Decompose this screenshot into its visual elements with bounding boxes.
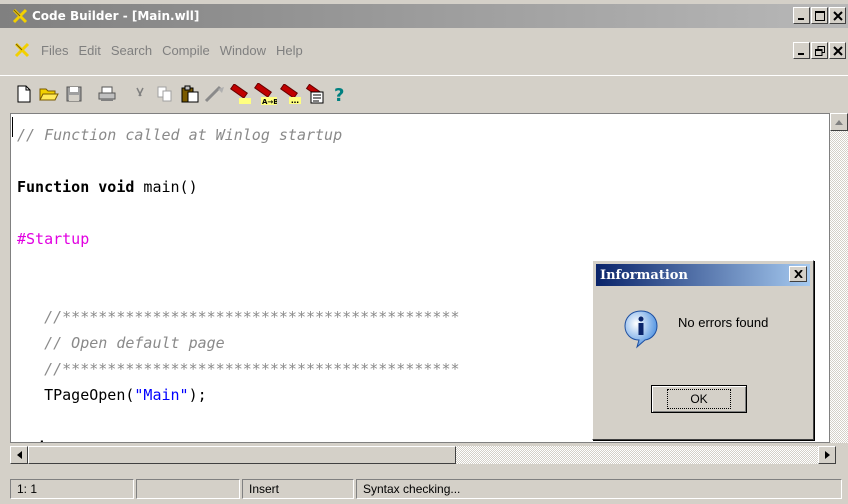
cut-icon[interactable] — [128, 82, 152, 106]
code-token: //**************************************… — [17, 360, 460, 378]
code-builder-window: Code Builder - [Main.wll] Files Edit Sea… — [0, 0, 848, 504]
code-token: end — [17, 438, 44, 442]
open-folder-icon[interactable] — [37, 82, 61, 106]
code-line[interactable]: // Function called at Winlog startup — [17, 122, 460, 148]
info-icon — [623, 309, 659, 352]
mdi-minimize-button[interactable] — [793, 42, 810, 59]
menu-search[interactable]: Search — [106, 43, 157, 58]
menu-files[interactable]: Files — [36, 43, 73, 58]
code-token: // Function called at Winlog startup — [17, 126, 343, 144]
code-line[interactable]: TPageOpen("Main"); — [17, 382, 460, 408]
code-line[interactable] — [17, 148, 460, 174]
dialog-title: Information — [600, 267, 688, 283]
horizontal-scroll-thumb[interactable] — [28, 446, 456, 464]
menu-compile[interactable]: Compile — [157, 43, 215, 58]
status-cursor-position: 1: 1 — [10, 479, 134, 499]
code-line[interactable] — [17, 200, 460, 226]
dialog-message: No errors found — [678, 315, 769, 330]
save-icon[interactable] — [62, 82, 86, 106]
app-icon — [12, 8, 28, 24]
paste-icon[interactable] — [178, 82, 202, 106]
edit-tool-icon[interactable] — [203, 82, 227, 106]
code-token: "Main" — [134, 386, 189, 404]
svg-text:…: … — [291, 96, 299, 104]
code-line[interactable]: #Startup — [17, 226, 460, 252]
title-bar[interactable]: Code Builder - [Main.wll] — [0, 4, 848, 28]
code-line[interactable] — [17, 408, 460, 434]
toolbar: A→B … ? — [0, 75, 848, 111]
code-token: //**************************************… — [17, 308, 460, 326]
text-caret — [12, 117, 13, 137]
new-file-icon[interactable] — [12, 82, 36, 106]
menu-bar: Files Edit Search Compile Window Help — [0, 38, 848, 62]
find-icon[interactable] — [228, 82, 252, 106]
dialog-close-button[interactable] — [789, 266, 807, 282]
ok-button-label: OK — [667, 389, 731, 409]
code-token: #Startup — [17, 230, 90, 248]
mdi-restore-button[interactable] — [811, 42, 828, 59]
code-line[interactable]: //**************************************… — [17, 304, 460, 330]
status-bar: 1: 1 Insert Syntax checking... — [10, 479, 848, 501]
code-line[interactable]: // Open default page — [17, 330, 460, 356]
horizontal-scrollbar[interactable] — [10, 446, 836, 464]
menu-edit[interactable]: Edit — [73, 43, 105, 58]
code-token: // Open default page — [17, 334, 225, 352]
code-token: Function void — [17, 178, 135, 196]
properties-icon[interactable] — [303, 82, 327, 106]
menu-help[interactable]: Help — [271, 43, 308, 58]
code-token: TPageOpen( — [17, 386, 135, 404]
ok-button[interactable]: OK — [651, 385, 747, 413]
svg-text:A→B: A→B — [262, 98, 277, 105]
code-token: main() — [134, 178, 198, 196]
code-line[interactable]: Function void main() — [17, 174, 460, 200]
find-next-icon[interactable]: … — [278, 82, 302, 106]
code-line[interactable]: //**************************************… — [17, 356, 460, 382]
scroll-right-button[interactable] — [818, 446, 836, 464]
close-button[interactable] — [829, 7, 846, 24]
copy-icon[interactable] — [153, 82, 177, 106]
code-content[interactable]: // Function called at Winlog startup Fun… — [17, 122, 460, 442]
status-message: Syntax checking... — [356, 479, 842, 499]
information-dialog: Information No errors found OK — [592, 260, 814, 440]
maximize-button[interactable] — [811, 7, 828, 24]
mdi-close-button[interactable] — [829, 42, 846, 59]
help-icon[interactable]: ? — [328, 82, 352, 106]
svg-text:?: ? — [334, 85, 344, 104]
window-title: Code Builder - [Main.wll] — [32, 9, 200, 23]
menu-window[interactable]: Window — [215, 43, 271, 58]
dialog-title-bar[interactable]: Information — [596, 264, 810, 286]
minimize-button[interactable] — [793, 7, 810, 24]
scroll-up-button[interactable] — [830, 113, 848, 131]
status-edit-mode: Insert — [242, 479, 354, 499]
status-pane-empty — [136, 479, 240, 499]
scroll-left-button[interactable] — [10, 446, 28, 464]
code-line[interactable] — [17, 252, 460, 278]
document-icon[interactable] — [14, 42, 30, 58]
vertical-scrollbar[interactable] — [830, 113, 848, 443]
code-line[interactable]: end — [17, 434, 460, 442]
replace-icon[interactable]: A→B — [253, 82, 277, 106]
code-token: ); — [188, 386, 207, 404]
print-icon[interactable] — [95, 82, 119, 106]
code-line[interactable] — [17, 278, 460, 304]
